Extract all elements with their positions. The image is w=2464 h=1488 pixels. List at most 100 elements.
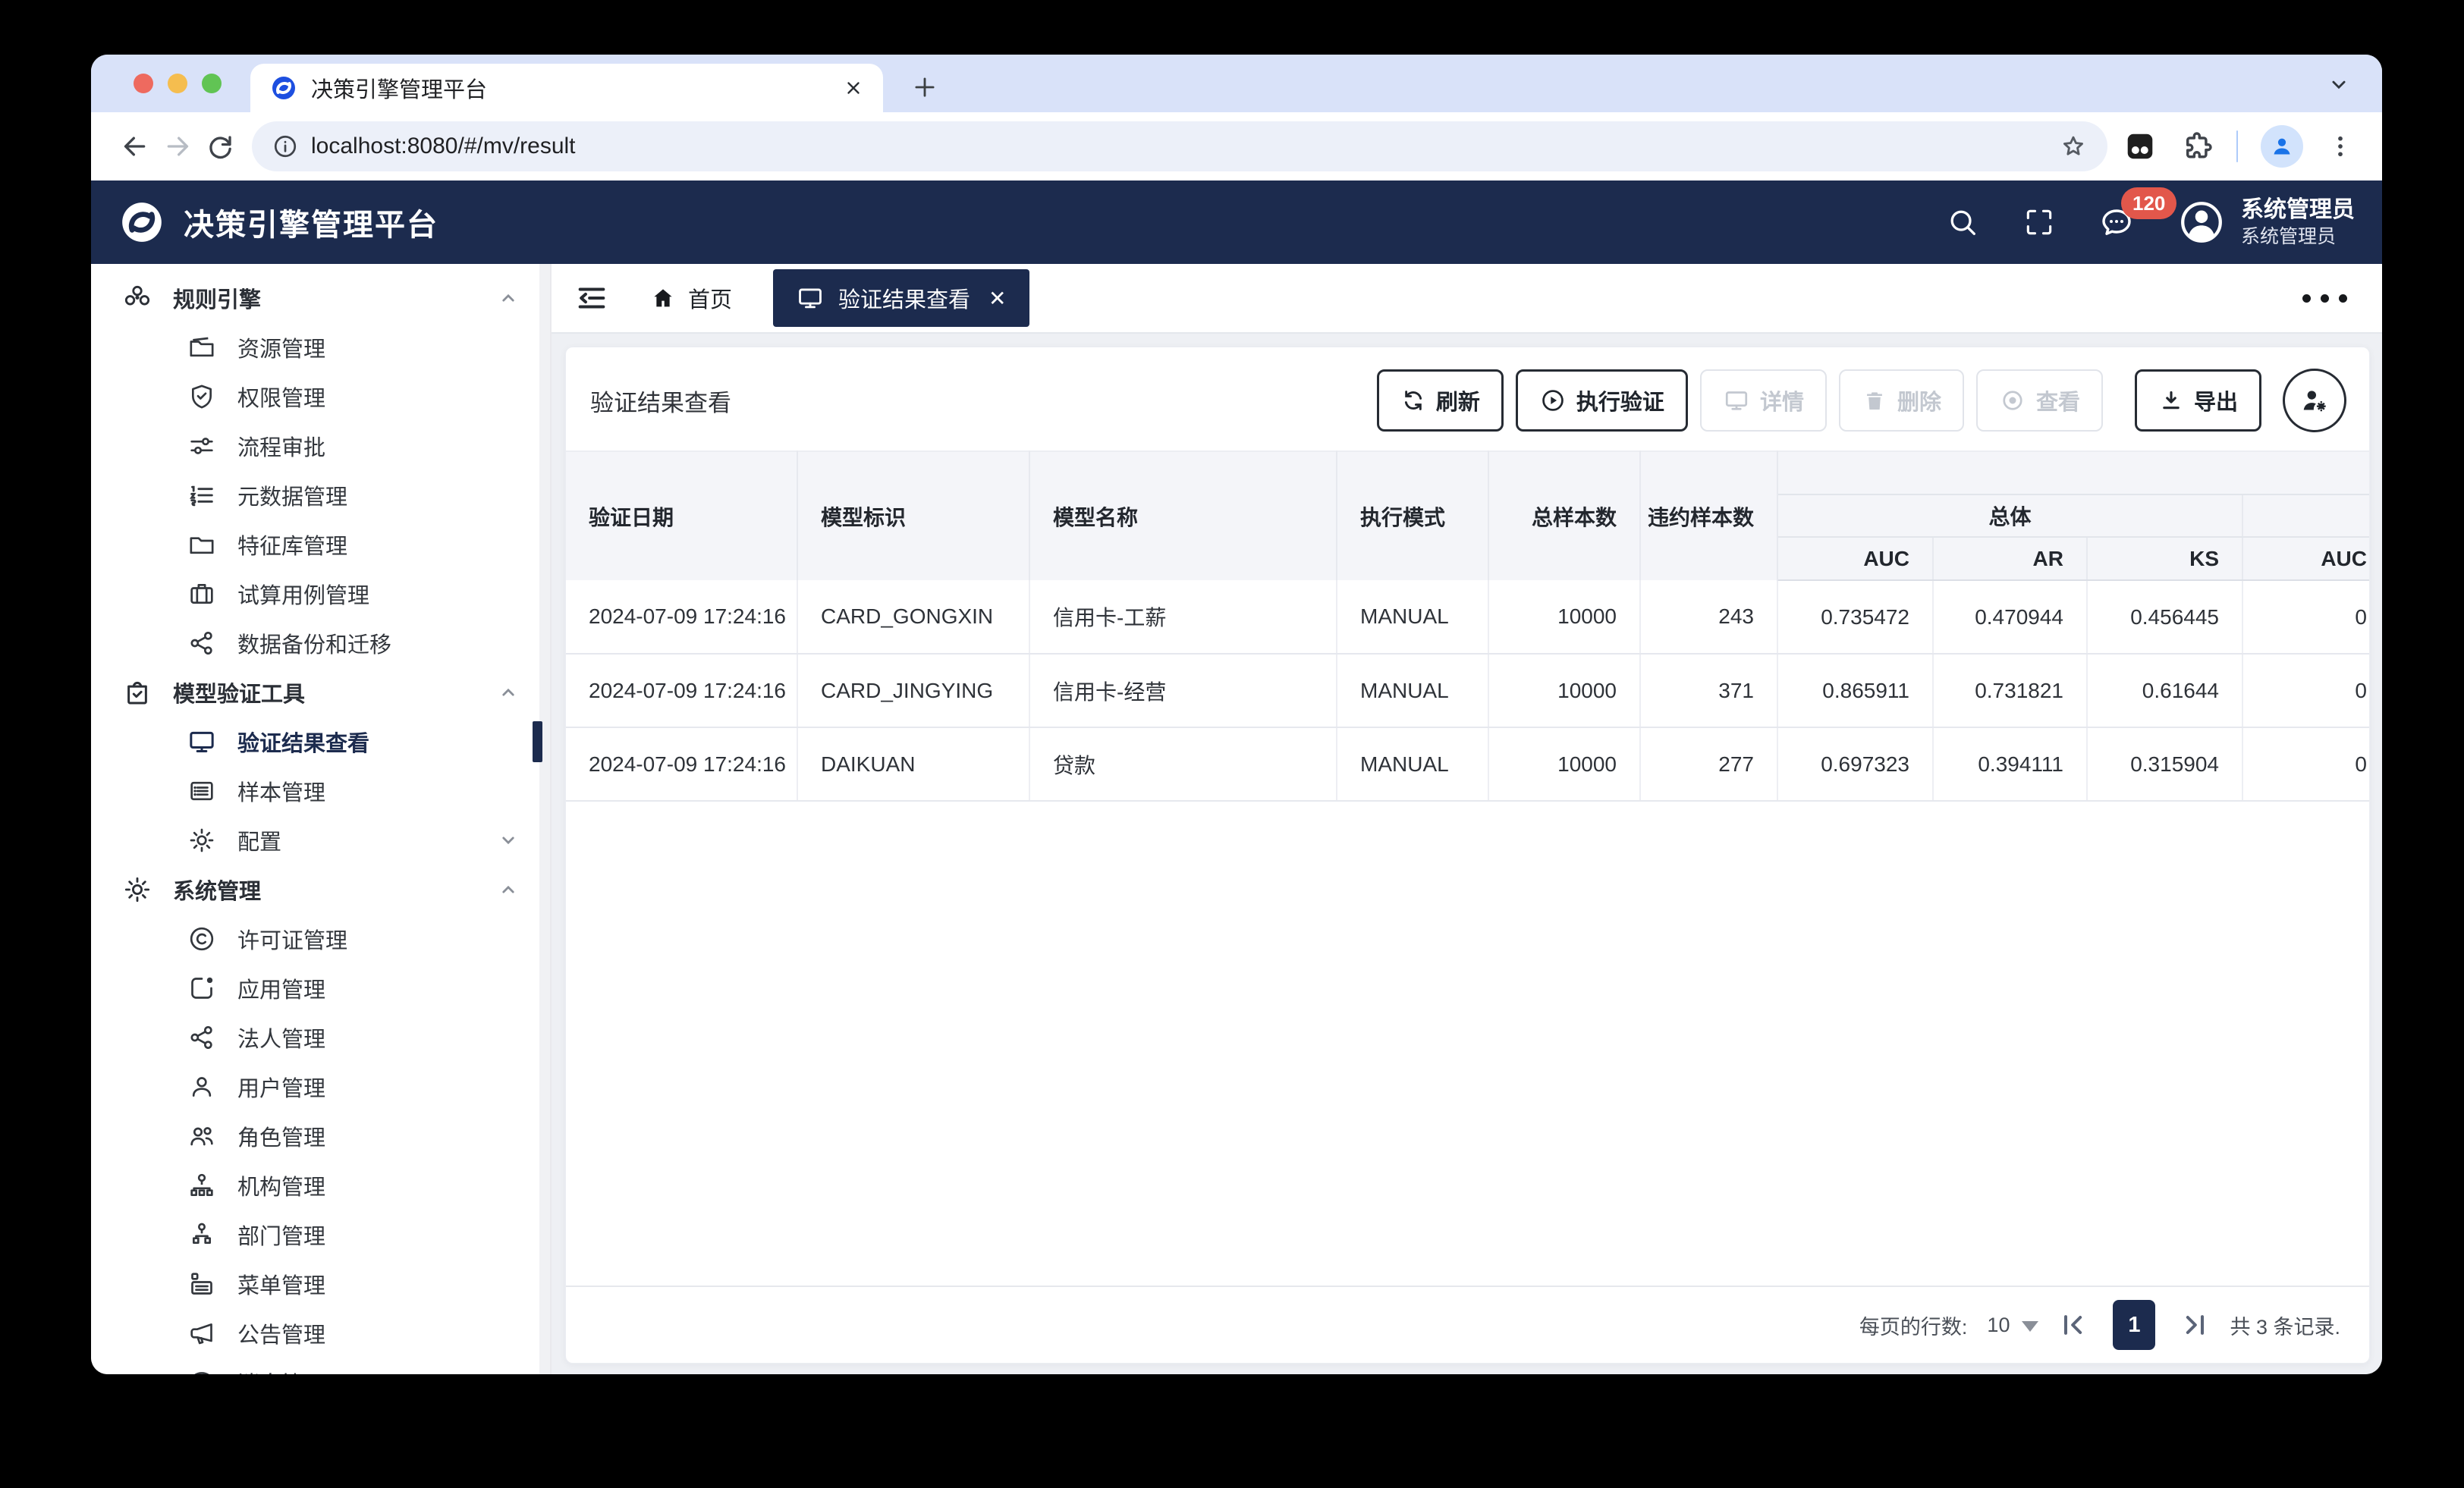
sidebar-section-system-mgmt[interactable]: 系统管理 bbox=[91, 865, 550, 914]
sidebar-item-message-mgmt[interactable]: 消息管理 bbox=[91, 1358, 550, 1374]
sidebar-item-metadata-mgmt[interactable]: 元数据管理 bbox=[91, 470, 550, 520]
sidebar-item-config[interactable]: 配置 bbox=[91, 815, 550, 865]
cell-model-name: 信用卡-经营 bbox=[1029, 654, 1337, 728]
sidebar-item-feature-store-mgmt[interactable]: 特征库管理 bbox=[91, 520, 550, 569]
refresh-button[interactable]: 刷新 bbox=[1376, 369, 1504, 432]
execute-label: 执行验证 bbox=[1576, 391, 1664, 415]
chevron-up-icon bbox=[497, 287, 520, 309]
collapse-sidebar-icon[interactable] bbox=[574, 281, 609, 315]
cell-default: 243 bbox=[1640, 580, 1778, 655]
app-navbar-right: 120 系统管理员 系统管理员 bbox=[1945, 187, 2355, 249]
table-row[interactable]: 2024-07-09 17:24:16 DAIKUAN 贷款 MANUAL 10… bbox=[566, 727, 2369, 802]
rows-per-page-select[interactable]: 10 bbox=[1987, 1314, 2039, 1337]
extensions-puzzle-icon[interactable] bbox=[2180, 130, 2214, 163]
user-name: 系统管理员 bbox=[2241, 197, 2355, 222]
user-block[interactable]: 系统管理员 系统管理员 bbox=[2177, 196, 2355, 249]
browser-tabstrip: 决策引擎管理平台 bbox=[91, 55, 2382, 112]
sidebar-item-sample-mgmt[interactable]: 样本管理 bbox=[91, 766, 550, 815]
cell-date: 2024-07-09 17:24:16 bbox=[566, 580, 798, 655]
cell-model-id: DAIKUAN bbox=[797, 727, 1030, 802]
sidebar-item-resource-mgmt[interactable]: 资源管理 bbox=[91, 322, 550, 372]
message-count-badge: 120 bbox=[2121, 187, 2177, 219]
share-nodes-icon bbox=[186, 1022, 218, 1053]
fullscreen-icon[interactable] bbox=[2022, 206, 2056, 239]
cell-auc2: 0 bbox=[2242, 727, 2369, 802]
search-icon[interactable] bbox=[1945, 205, 1980, 240]
cell-default: 371 bbox=[1640, 654, 1778, 728]
current-page[interactable]: 1 bbox=[2113, 1300, 2156, 1350]
sidebar-item-org-mgmt[interactable]: 机构管理 bbox=[91, 1160, 550, 1210]
close-window-button[interactable] bbox=[134, 74, 153, 93]
cell-model-name: 信用卡-工薪 bbox=[1029, 580, 1337, 655]
tab-search-chevron-icon[interactable] bbox=[2326, 71, 2352, 97]
cell-mode: MANUAL bbox=[1337, 654, 1489, 728]
sidebar-item-label: 资源管理 bbox=[237, 337, 326, 362]
detail-label: 详情 bbox=[1759, 391, 1804, 415]
col-header-date: 验证日期 bbox=[566, 450, 798, 580]
org-tree-icon bbox=[186, 1169, 218, 1201]
page-title: 验证结果查看 bbox=[590, 389, 731, 416]
export-button[interactable]: 导出 bbox=[2134, 369, 2261, 432]
group-header-overall: 总体 bbox=[1777, 494, 2243, 538]
sidebar-item-process-approval[interactable]: 流程审批 bbox=[91, 421, 550, 470]
sidebar-section-model-validation-tools[interactable]: 模型验证工具 bbox=[91, 667, 550, 717]
monitor-icon bbox=[796, 284, 825, 312]
tab-home[interactable]: 首页 bbox=[635, 282, 747, 314]
user-gear-icon bbox=[2298, 384, 2331, 417]
rows-per-page-label: 每页的行数: bbox=[1859, 1315, 1968, 1339]
tab-validation-result[interactable]: 验证结果查看 ✕ bbox=[773, 269, 1029, 327]
table-row[interactable]: 2024-07-09 17:24:16 CARD_JINGYING 信用卡-经营… bbox=[566, 654, 2369, 728]
sidebar-item-role-mgmt[interactable]: 角色管理 bbox=[91, 1111, 550, 1160]
toolbar-right bbox=[2123, 125, 2359, 168]
zoom-window-button[interactable] bbox=[202, 74, 222, 93]
toolbar-divider bbox=[2236, 130, 2238, 162]
sidebar-item-license-mgmt[interactable]: 许可证管理 bbox=[91, 914, 550, 963]
cell-auc: 0.697323 bbox=[1777, 727, 1934, 802]
sidebar-item-user-mgmt[interactable]: 用户管理 bbox=[91, 1062, 550, 1111]
tab-close-icon[interactable] bbox=[844, 78, 863, 98]
tags-more-icon[interactable] bbox=[2302, 294, 2359, 303]
sidebar-item-menu-mgmt[interactable]: 菜单管理 bbox=[91, 1259, 550, 1308]
last-page-icon[interactable] bbox=[2180, 1310, 2210, 1340]
sidebar-item-label: 菜单管理 bbox=[237, 1273, 326, 1298]
back-icon[interactable] bbox=[114, 125, 156, 168]
reload-icon[interactable] bbox=[199, 125, 241, 168]
browser-profile-avatar[interactable] bbox=[2261, 125, 2303, 168]
header-spacer bbox=[1777, 450, 2369, 495]
share-nodes-icon bbox=[186, 627, 218, 659]
browser-tab[interactable]: 决策引擎管理平台 bbox=[250, 64, 883, 112]
sidebar-item-permission-mgmt[interactable]: 权限管理 bbox=[91, 372, 550, 421]
sidebar-scrollbar-track[interactable] bbox=[539, 264, 550, 1374]
sidebar-item-validation-result-view[interactable]: 验证结果查看 bbox=[91, 717, 550, 766]
url-bar[interactable]: localhost:8080/#/mv/result bbox=[252, 121, 2107, 171]
forward-icon bbox=[156, 125, 199, 168]
tab-close-icon[interactable]: ✕ bbox=[988, 286, 1006, 311]
sidebar-item-announcement-mgmt[interactable]: 公告管理 bbox=[91, 1308, 550, 1358]
sidebar-item-legal-entity-mgmt[interactable]: 法人管理 bbox=[91, 1012, 550, 1062]
result-card: 验证结果查看 刷新 执行验证 详情 删除 查看 导出 验证日期 模型标识 模型名… bbox=[565, 347, 2370, 1364]
execute-validation-button[interactable]: 执行验证 bbox=[1515, 369, 1688, 432]
minimize-window-button[interactable] bbox=[168, 74, 187, 93]
results-table: 验证日期 模型标识 模型名称 执行模式 总样本数 违约样本数 总体 AUC AR… bbox=[566, 450, 2369, 802]
sidebar-section-rule-engine[interactable]: 规则引擎 bbox=[91, 273, 550, 322]
url-text[interactable]: localhost:8080/#/mv/result bbox=[311, 133, 2047, 159]
first-page-icon[interactable] bbox=[2058, 1310, 2088, 1340]
messages-icon[interactable]: 120 bbox=[2098, 187, 2177, 240]
sidebar-item-dept-mgmt[interactable]: 部门管理 bbox=[91, 1210, 550, 1259]
bookmark-star-icon[interactable] bbox=[2059, 132, 2088, 161]
browser-menu-kebab-icon[interactable] bbox=[2326, 132, 2355, 161]
site-info-icon[interactable] bbox=[272, 133, 299, 160]
tab-home-label: 首页 bbox=[688, 288, 733, 312]
sidebar-item-trial-case-mgmt[interactable]: 试算用例管理 bbox=[91, 569, 550, 618]
app-navbar: 决策引擎管理平台 120 系统管理员 系统管理员 bbox=[91, 181, 2382, 264]
tags-view-bar: 首页 验证结果查看 ✕ bbox=[552, 264, 2382, 334]
new-tab-icon[interactable] bbox=[910, 73, 939, 102]
play-circle-icon bbox=[1539, 387, 1567, 414]
column-settings-button[interactable] bbox=[2283, 369, 2346, 432]
extension-app-icon[interactable] bbox=[2123, 129, 2158, 164]
sidebar-item-app-mgmt[interactable]: 应用管理 bbox=[91, 963, 550, 1012]
sidebar-item-label: 试算用例管理 bbox=[237, 583, 370, 608]
table-row[interactable]: 2024-07-09 17:24:16 CARD_GONGXIN 信用卡-工薪 … bbox=[566, 580, 2369, 655]
action-toolbar: 刷新 执行验证 详情 删除 查看 导出 bbox=[1376, 369, 2346, 432]
sidebar-item-data-backup-migration[interactable]: 数据备份和迁移 bbox=[91, 618, 550, 667]
